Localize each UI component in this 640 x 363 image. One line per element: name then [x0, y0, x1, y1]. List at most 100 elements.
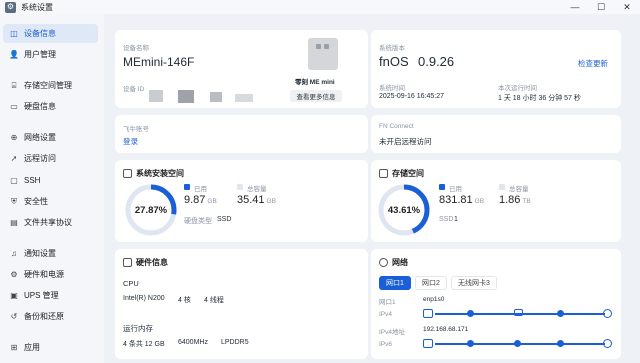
- apps-icon: ⊞: [10, 343, 18, 352]
- total-label: 总容量: [509, 186, 529, 193]
- internet-globe-icon: [603, 339, 612, 348]
- chip-icon: [123, 258, 132, 267]
- ipv4-address: 192.168.68.171: [423, 326, 469, 333]
- ipv4-link-node: [467, 310, 474, 317]
- nic-icon: [423, 339, 433, 348]
- sidebar-item-label: 安全性: [24, 197, 48, 206]
- title-bar: ⚙ 系统设置 — ☐ ✕: [0, 0, 640, 14]
- used-label: 已用: [194, 186, 207, 193]
- settings-app-icon: ⚙: [5, 1, 16, 13]
- device-model: 零刻 ME mini: [295, 79, 335, 86]
- ssd-count: 1: [454, 216, 458, 223]
- sidebar-item-label: 硬件和电源: [24, 270, 64, 279]
- storage-space-percent: 43.61%: [387, 204, 421, 216]
- ups-icon: ▣: [10, 291, 18, 300]
- sidebar-item-apps[interactable]: ⊞ 应用: [3, 338, 98, 357]
- device-card: 设备名称 MEmini-146F 设备 ID 零刻 ME mini 查看更多信息: [115, 30, 368, 108]
- sidebar-item-label: 远程访问: [24, 154, 56, 163]
- sidebar-item-ssh[interactable]: ▢ SSH: [3, 171, 98, 190]
- memory-label: 运行内存: [123, 324, 153, 333]
- ssd-label: SSD: [439, 216, 454, 223]
- memory-size: 4 条共 12 GB: [123, 341, 165, 348]
- sidebar-item-users[interactable]: 👤 用户管理: [3, 45, 98, 64]
- used-value: 831.81 GB: [439, 194, 484, 206]
- fn-connect-card: FN Connect 未开启远程访问: [371, 115, 621, 153]
- total-legend-swatch: [499, 184, 505, 190]
- os-version: 0.9.26: [418, 54, 455, 69]
- sidebar-item-notifications[interactable]: ♫ 通知设置: [3, 244, 98, 263]
- hardware-title: 硬件信息: [123, 257, 168, 268]
- ssh-icon: ▢: [10, 176, 18, 185]
- system-version-label: 系统版本: [379, 45, 405, 52]
- info-icon: ◫: [10, 29, 18, 38]
- used-value-number: 9.87: [184, 194, 206, 206]
- system-storage-title-text: 系统安装空间: [136, 169, 184, 178]
- sidebar-item-label: SSH: [24, 176, 41, 185]
- power-icon: ⚙: [10, 270, 18, 279]
- remote-icon: ➚: [10, 154, 18, 163]
- storage-icon: ⌸: [11, 80, 17, 90]
- storage-space-card: 存储空间 43.61% 已用 831.81 GB 总容量 1.86 TB SSD 1: [371, 160, 621, 242]
- sidebar-item-label: 用户管理: [24, 50, 56, 59]
- sidebar-item-hardware-power[interactable]: ⚙ 硬件和电源: [3, 265, 98, 284]
- sidebar-item-disks[interactable]: ▭ 硬盘信息: [3, 97, 98, 116]
- globe-icon: [379, 258, 388, 267]
- sidebar-item-label: 设备信息: [24, 29, 56, 38]
- account-card: 飞牛账号 登录: [115, 115, 368, 153]
- sidebar: ◫ 设备信息 👤 用户管理 ⌸ 存储空间管理 ▭ 硬盘信息 ⊕ 网络设置 ➚ 远…: [0, 14, 104, 363]
- network-title: 网络: [379, 257, 408, 268]
- disk-icon: ▭: [10, 102, 18, 111]
- port-value: enp1s0: [423, 296, 445, 303]
- tab-wireless-3[interactable]: 无线网卡3: [451, 276, 497, 290]
- view-more-button[interactable]: 查看更多信息: [290, 90, 342, 102]
- cpu-cores: 4 核: [178, 297, 191, 304]
- sidebar-item-label: 文件共享协议: [24, 218, 72, 227]
- check-update-link[interactable]: 检查更新: [578, 58, 608, 69]
- device-id-redacted: [149, 90, 163, 102]
- used-value-unit: GB: [474, 198, 485, 205]
- internet-globe-icon: [603, 309, 612, 318]
- total-value-number: 1.86: [499, 194, 521, 206]
- system-time: 2025-09-16 16:45:27: [379, 93, 444, 100]
- tab-port-1[interactable]: 网口1: [379, 276, 411, 290]
- cpu-label: CPU: [123, 279, 139, 288]
- sidebar-item-ups[interactable]: ▣ UPS 管理: [3, 286, 98, 305]
- sidebar-item-security[interactable]: ⛨ 安全性: [3, 192, 98, 211]
- used-value-number: 831.81: [439, 194, 473, 206]
- router-icon: [514, 309, 523, 316]
- drive-icon: [123, 169, 132, 178]
- device-name-label: 设备名称: [123, 45, 149, 52]
- sidebar-item-network[interactable]: ⊕ 网络设置: [3, 128, 98, 147]
- maximize-button[interactable]: ☐: [588, 0, 614, 14]
- total-value-number: 35.41: [237, 194, 265, 206]
- account-label: 飞牛账号: [123, 126, 149, 133]
- sidebar-item-remote[interactable]: ➚ 远程访问: [3, 149, 98, 168]
- device-id-label: 设备 ID: [123, 86, 145, 93]
- total-label: 总容量: [247, 186, 267, 193]
- system-time-label: 系统时间: [379, 85, 405, 92]
- sidebar-item-label: 网络设置: [24, 133, 56, 142]
- sidebar-item-label: 应用: [24, 343, 40, 352]
- sidebar-item-device-info[interactable]: ◫ 设备信息: [3, 24, 98, 43]
- device-id-redacted: [178, 90, 194, 103]
- sidebar-item-backup[interactable]: ↺ 备份和还原: [3, 307, 98, 326]
- ipv4-link-node: [557, 310, 564, 317]
- shield-icon: ⛨: [11, 196, 17, 206]
- sidebar-item-file-sharing[interactable]: ▤ 文件共享协议: [3, 213, 98, 232]
- device-image: [308, 38, 338, 70]
- tab-port-2[interactable]: 网口2: [415, 276, 447, 290]
- total-value: 35.41 GB: [237, 194, 276, 206]
- hardware-title-text: 硬件信息: [136, 258, 168, 267]
- storage-icon: [379, 169, 388, 178]
- system-card: 系统版本 fnOS 0.9.26 检查更新 系统时间 2025-09-16 16…: [371, 30, 621, 108]
- minimize-button[interactable]: —: [562, 0, 588, 14]
- login-link[interactable]: 登录: [123, 136, 138, 147]
- sidebar-item-label: 备份和还原: [24, 312, 64, 321]
- device-image-port: [324, 44, 329, 49]
- disk-type-label: 硬盘类型: [184, 218, 212, 225]
- used-legend-swatch: [184, 184, 190, 190]
- system-storage-ring: 27.87%: [123, 182, 179, 238]
- ipv6-link-node: [557, 340, 564, 347]
- sidebar-item-storage[interactable]: ⌸ 存储空间管理: [3, 76, 98, 95]
- close-button[interactable]: ✕: [614, 0, 640, 14]
